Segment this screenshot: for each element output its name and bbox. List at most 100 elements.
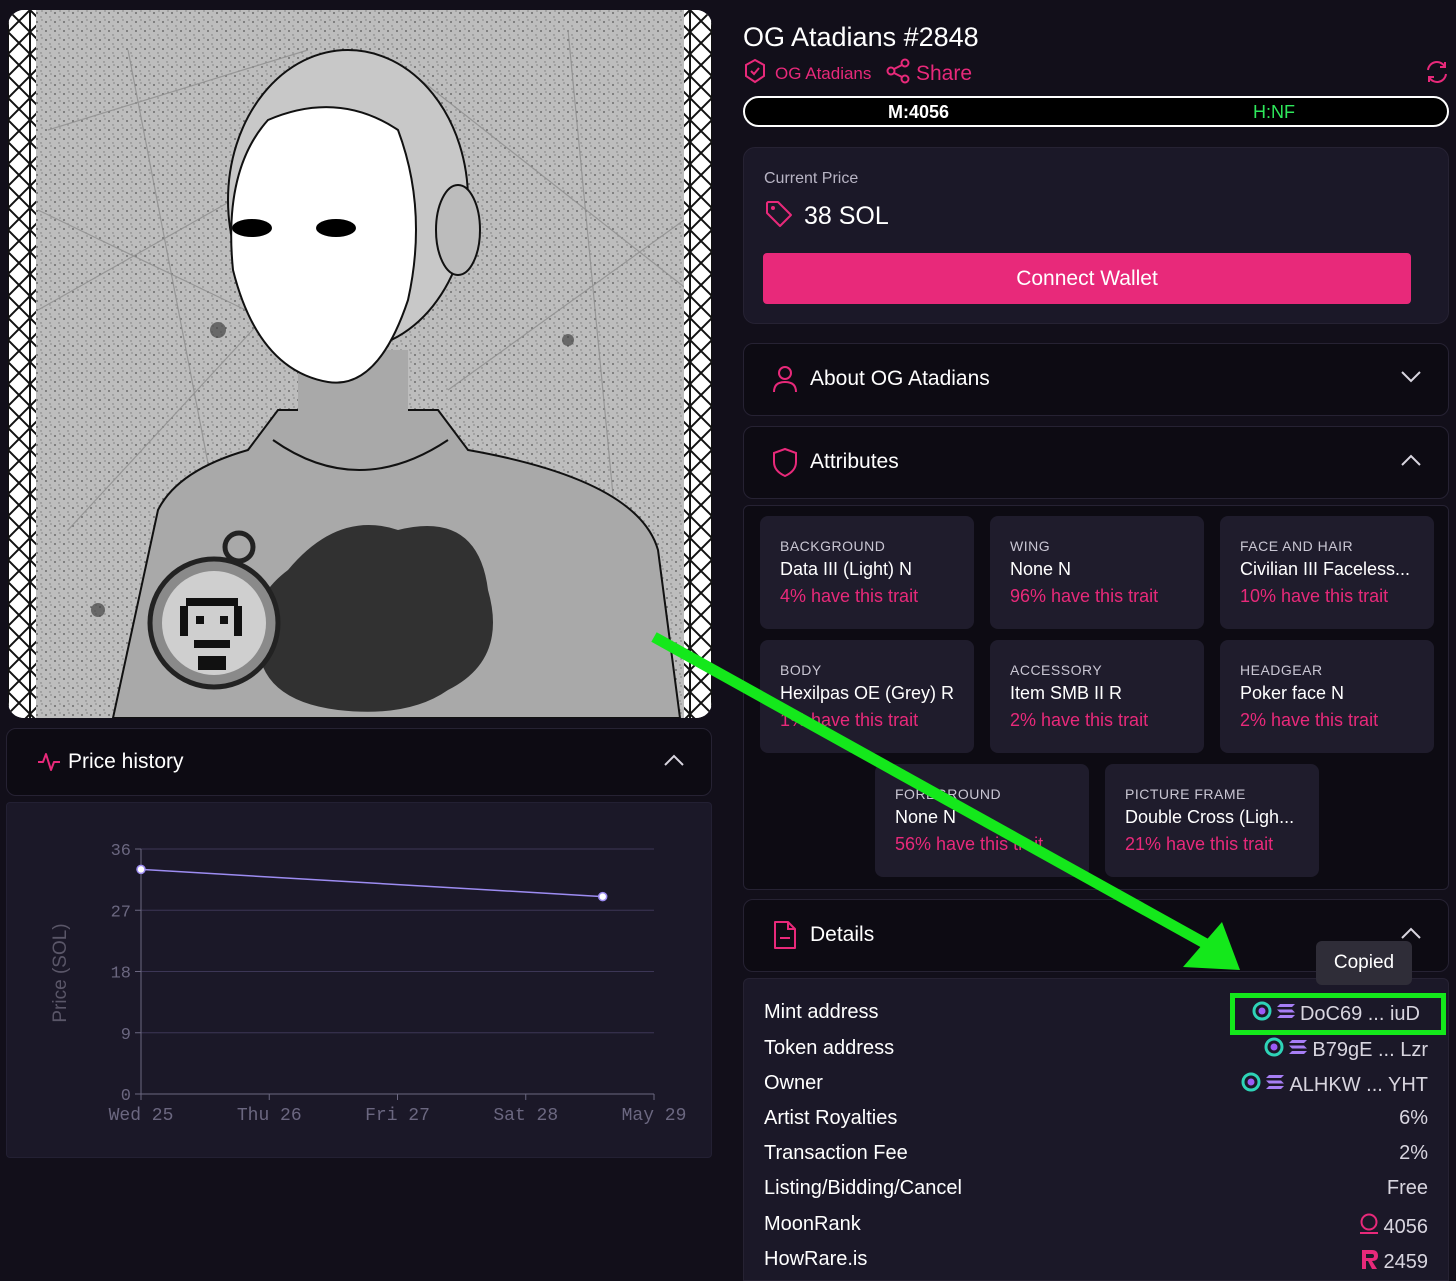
trait-type: WING (1010, 538, 1051, 554)
trait-rarity: 2% have this trait (1010, 710, 1149, 730)
trait-rarity: 56% have this trait (895, 834, 1044, 854)
trait-rarity: 2% have this trait (1240, 710, 1379, 730)
trait-rarity: 96% have this trait (1010, 586, 1159, 606)
detail-key: Artist Royalties (764, 1107, 898, 1129)
detail-row-moonrank: MoonRank 4056 (764, 1213, 1428, 1243)
price-chart-svg: 09182736 Wed 25 Thu 26 Fri 27 Sat 28 May 29 … (50, 842, 687, 1126)
x-tick-label: Fri 27 (365, 1106, 430, 1126)
trait-card[interactable]: FOREGROUND None N 56% have this trait (875, 764, 1089, 877)
trait-card[interactable]: WING None N 96% have this trait (990, 516, 1204, 629)
attributes-grid: BACKGROUND Data III (Light) N 4% have th… (743, 505, 1449, 890)
attributes-label: Attributes (810, 450, 899, 473)
chart-y-axis-label: Price (SOL) (50, 923, 71, 1022)
y-tick-label: 36 (111, 842, 131, 861)
y-tick-label: 0 (121, 1087, 131, 1106)
share-icon (886, 58, 910, 90)
current-price-value: 38 SOL (804, 202, 889, 230)
trait-card[interactable]: BACKGROUND Data III (Light) N 4% have th… (760, 516, 974, 629)
token-address-link[interactable]: B79gE ... Lzr (1264, 1037, 1428, 1063)
detail-key: Token address (764, 1037, 895, 1059)
detail-row-listing: Listing/Bidding/Cancel Free (764, 1177, 1428, 1207)
detail-value: 4056 (1383, 1215, 1429, 1238)
detail-key: Owner (764, 1072, 823, 1094)
trait-type: ACCESSORY (1010, 662, 1103, 678)
about-collection-accordion[interactable]: About OG Atadians (743, 343, 1449, 416)
document-icon (772, 920, 798, 955)
current-price-label: Current Price (764, 170, 859, 187)
chevron-up-icon[interactable] (663, 753, 685, 772)
copied-tooltip: Copied (1316, 941, 1412, 985)
share-button[interactable]: Share (886, 58, 972, 90)
rank-bar: M:4056 H:NF (743, 96, 1449, 127)
collection-link[interactable]: OG Atadians (743, 58, 871, 89)
user-icon (772, 364, 798, 399)
trait-type: HEADGEAR (1240, 662, 1323, 678)
solscan-icon (1264, 1037, 1284, 1063)
howrare-link[interactable]: 2459 (1358, 1248, 1429, 1276)
detail-value: 6% (1399, 1107, 1428, 1129)
x-tick-label: Sat 28 (493, 1106, 558, 1126)
trait-value: Poker face N (1240, 683, 1345, 703)
shield-icon (772, 447, 798, 482)
price-point (136, 864, 146, 875)
trait-value: Data III (Light) N (780, 559, 913, 579)
moonrank-link[interactable]: 4056 (1358, 1213, 1429, 1241)
trait-type: FOREGROUND (895, 786, 1002, 802)
trait-value: None N (1010, 559, 1072, 579)
solana-icon (1288, 1038, 1308, 1062)
y-tick-label: 18 (111, 965, 131, 984)
detail-value: 2% (1399, 1142, 1428, 1164)
trait-card[interactable]: BODY Hexilpas OE (Grey) R 1% have this t… (760, 640, 974, 753)
moonrank-rank: M:4056 (888, 102, 950, 122)
x-tick-label: Wed 25 (109, 1106, 174, 1126)
trait-type: BACKGROUND (780, 538, 886, 554)
detail-row-howrare: HowRare.is 2459 (764, 1248, 1428, 1278)
detail-row-royalties: Artist Royalties 6% (764, 1107, 1428, 1137)
about-label: About OG Atadians (810, 367, 990, 390)
owner-address-link[interactable]: ALHKW ... YHT (1241, 1072, 1428, 1098)
trait-value: Hexilpas OE (Grey) R (780, 683, 955, 703)
nft-image[interactable] (8, 10, 712, 718)
moonrank-icon (1358, 1213, 1380, 1241)
y-tick-label: 27 (111, 903, 131, 922)
detail-key: MoonRank (764, 1213, 861, 1235)
x-tick-label: Thu 26 (237, 1106, 302, 1126)
trait-type: BODY (780, 662, 822, 678)
detail-row-owner: Owner ALHKW ... YHT (764, 1072, 1428, 1102)
trait-rarity: 10% have this trait (1240, 586, 1389, 606)
trait-rarity: 4% have this trait (780, 586, 919, 606)
price-history-header[interactable]: Price history (6, 728, 712, 796)
trait-value: Civilian III Faceless... (1240, 559, 1411, 579)
trait-rarity: 21% have this trait (1125, 834, 1274, 854)
trait-value: Item SMB II R (1010, 683, 1123, 703)
chevron-up-icon[interactable] (1400, 453, 1422, 472)
detail-value: 2459 (1383, 1250, 1429, 1273)
verified-badge-icon (743, 58, 767, 89)
howrare-icon (1358, 1248, 1380, 1276)
details-label: Details (810, 923, 875, 946)
trait-value: Double Cross (Ligh... (1125, 807, 1295, 827)
trait-card[interactable]: FACE AND HAIR Civilian III Faceless... 1… (1220, 516, 1434, 629)
connect-wallet-button[interactable]: Connect Wallet (763, 253, 1411, 304)
price-tag-icon (764, 199, 794, 234)
share-label: Share (916, 62, 973, 85)
solscan-icon (1241, 1072, 1261, 1098)
detail-key: Listing/Bidding/Cancel (764, 1177, 962, 1199)
x-tick-label: May 29 (622, 1106, 687, 1126)
trait-card[interactable]: HEADGEAR Poker face N 2% have this trait (1220, 640, 1434, 753)
detail-value: ALHKW ... YHT (1289, 1073, 1428, 1096)
howrare-rank: H:NF (1253, 102, 1295, 122)
refresh-icon[interactable] (1424, 60, 1450, 89)
detail-row-token-address: Token address B79gE ... Lzr (764, 1037, 1428, 1067)
chevron-down-icon[interactable] (1400, 370, 1422, 389)
trait-type: PICTURE FRAME (1125, 786, 1246, 802)
attributes-accordion[interactable]: Attributes (743, 426, 1449, 499)
trait-card[interactable]: PICTURE FRAME Double Cross (Ligh... 21% … (1105, 764, 1319, 877)
collection-name: OG Atadians (775, 63, 872, 83)
trait-card[interactable]: ACCESSORY Item SMB II R 2% have this tra… (990, 640, 1204, 753)
highlight-box (1230, 993, 1446, 1035)
nft-title: OG Atadians #2848 (743, 22, 979, 52)
trait-value: None N (895, 807, 957, 827)
detail-key: HowRare.is (764, 1248, 868, 1270)
price-line (140, 868, 603, 898)
